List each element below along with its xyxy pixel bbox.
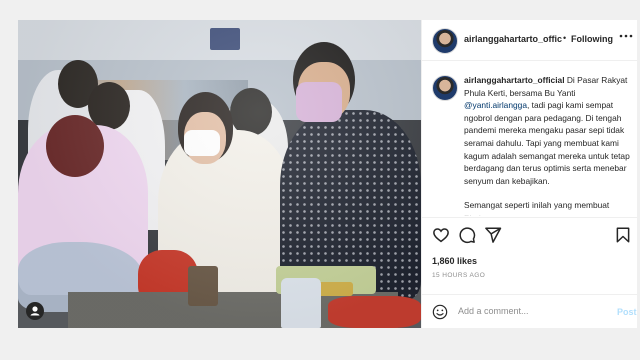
share-icon[interactable]: [484, 226, 502, 244]
action-bar: [432, 226, 632, 244]
post-caption: airlanggahartarto_official Di Pasar Raky…: [464, 74, 631, 216]
avatar[interactable]: [432, 28, 458, 54]
caption-text-continued: , tadi pagi kami sempat ngobrol dengan p…: [464, 100, 630, 186]
likes-count[interactable]: 1,860 likes: [432, 256, 477, 266]
emoji-icon[interactable]: [432, 304, 448, 320]
caption-fade: [422, 207, 637, 217]
user-tag-icon[interactable]: [26, 302, 44, 320]
post-timestamp[interactable]: 15 HOURS AGO: [432, 272, 485, 279]
comment-bar: Post: [422, 294, 637, 329]
divider: [422, 217, 637, 218]
post-button[interactable]: Post: [617, 307, 637, 317]
caption-mention[interactable]: @yanti.airlangga: [464, 100, 527, 110]
bookmark-icon[interactable]: [614, 226, 632, 244]
post-header: airlanggahartarto_offic • Following: [422, 20, 637, 61]
heart-icon[interactable]: [432, 226, 450, 244]
instagram-post-embed: airlanggahartarto_offic • Following airl…: [18, 20, 637, 328]
post-photo[interactable]: [18, 20, 421, 328]
photo-lighting: [18, 20, 421, 328]
header-username[interactable]: airlanggahartarto_offic: [464, 34, 562, 44]
caption-username[interactable]: airlanggahartarto_official: [464, 75, 565, 85]
comment-input[interactable]: [458, 306, 598, 316]
more-icon[interactable]: [619, 29, 633, 46]
post-side-panel: airlanggahartarto_offic • Following airl…: [421, 20, 637, 328]
following-button[interactable]: Following: [571, 34, 613, 44]
comment-icon[interactable]: [458, 226, 476, 244]
caption-avatar[interactable]: [432, 75, 458, 101]
header-separator: •: [563, 33, 567, 43]
